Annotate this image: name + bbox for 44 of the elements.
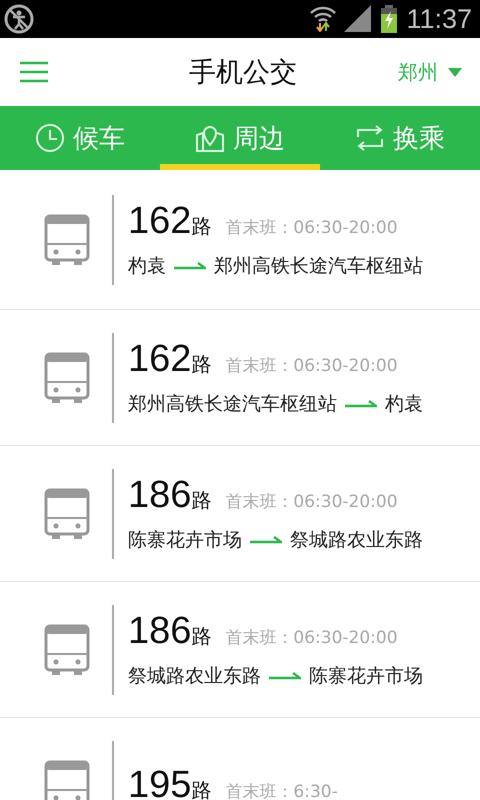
bus-icon <box>44 214 90 266</box>
origin-stop: 陈寨花卉市场 <box>128 528 242 553</box>
bus-icon <box>44 760 90 800</box>
destination-stop: 郑州高铁长途汽车枢纽站 <box>214 254 423 279</box>
route-row[interactable]: 195路 首末班：6:30- <box>0 718 480 800</box>
route-row[interactable]: 186路 首末班：06:30-20:00 陈寨花卉市场 祭城路农业东路 <box>0 446 480 582</box>
schedule-text: 首末班：06:30-20:00 <box>225 217 398 239</box>
route-number: 186 <box>128 610 192 653</box>
origin-stop: 杓袁 <box>128 254 166 279</box>
route-suffix: 路 <box>191 351 212 378</box>
schedule-text: 首末班：06:30-20:00 <box>225 355 398 377</box>
battery-icon <box>380 5 398 33</box>
schedule-text: 首末班：06:30-20:00 <box>225 627 398 649</box>
route-number: 186 <box>128 474 192 517</box>
bus-icon <box>44 624 90 676</box>
clock-icon <box>35 123 65 153</box>
route-number: 162 <box>128 200 192 243</box>
origin-stop: 祭城路农业东路 <box>128 664 261 689</box>
signal-icon <box>344 5 372 33</box>
destination-stop: 杓袁 <box>385 392 423 417</box>
status-time: 11:37 <box>406 4 472 34</box>
origin-stop: 郑州高铁长途汽车枢纽站 <box>128 392 337 417</box>
bus-icon <box>44 352 90 404</box>
schedule-text: 首末班：6:30- <box>225 781 338 800</box>
wifi-icon <box>310 6 336 32</box>
route-row[interactable]: 186路 首末班：06:30-20:00 祭城路农业东路 陈寨花卉市场 <box>0 582 480 718</box>
repeat-icon <box>355 123 385 153</box>
route-number: 195 <box>128 764 192 800</box>
app-title: 手机公交 <box>188 56 298 90</box>
route-row[interactable]: 162路 首末班：06:30-20:00 杓袁 郑州高铁长途汽车枢纽站 <box>0 170 480 310</box>
route-suffix: 路 <box>191 487 212 514</box>
bus-icon <box>44 488 90 540</box>
schedule-text: 首末班：06:30-20:00 <box>225 491 398 513</box>
route-suffix: 路 <box>191 213 212 240</box>
menu-icon[interactable] <box>20 61 48 83</box>
accessibility-icon <box>4 4 34 34</box>
destination-stop: 陈寨花卉市场 <box>309 664 423 689</box>
map-pin-icon <box>195 123 225 153</box>
route-suffix: 路 <box>191 623 212 650</box>
route-number: 162 <box>128 338 192 381</box>
route-row[interactable]: 162路 首末班：06:30-20:00 郑州高铁长途汽车枢纽站 杓袁 <box>0 310 480 446</box>
route-suffix: 路 <box>191 777 212 800</box>
caret-icon <box>448 68 462 76</box>
destination-stop: 祭城路农业东路 <box>290 528 423 553</box>
